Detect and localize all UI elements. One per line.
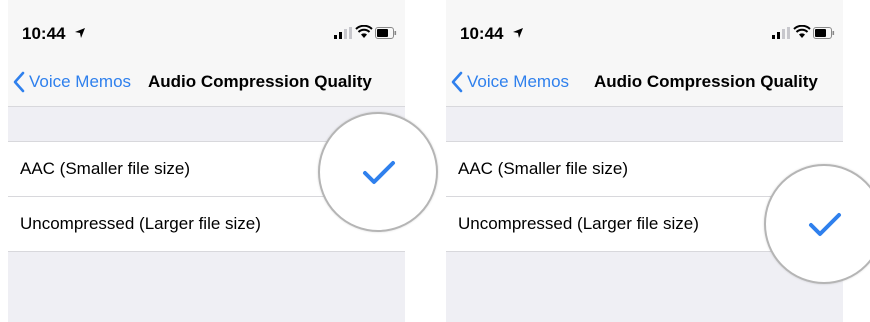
option-label: AAC (Smaller file size) [458, 159, 629, 178]
wifi-icon [355, 25, 373, 38]
status-time: 10:44 [460, 24, 504, 43]
checkmark-icon [809, 213, 841, 236]
back-label: Voice Memos [467, 72, 570, 91]
back-chevron-icon [13, 71, 25, 93]
signal-icon [772, 27, 790, 39]
battery-icon [375, 27, 397, 39]
page-title: Audio Compression Quality [594, 72, 818, 91]
option-label: AAC (Smaller file size) [20, 159, 191, 178]
signal-icon [334, 27, 352, 39]
status-time: 10:44 [22, 24, 66, 43]
checkmark-icon [363, 161, 395, 184]
navigation-bar: Voice Memos Audio Compression Quality [446, 58, 843, 107]
navigation-bar: Voice Memos Audio Compression Quality [8, 58, 405, 107]
status-bar: 10:44 [8, 0, 405, 58]
option-label: Uncompressed (Larger file size) [20, 214, 261, 233]
magnifier-callout [318, 112, 438, 232]
page-title: Audio Compression Quality [148, 72, 372, 91]
location-arrow-icon [513, 28, 523, 38]
back-chevron-icon [451, 71, 463, 93]
screen-right: 10:44 Voice Memos Audio Compression Qual… [446, 0, 843, 322]
back-button[interactable]: Voice Memos [8, 58, 131, 106]
battery-icon [813, 27, 835, 39]
wifi-icon [793, 25, 811, 38]
location-arrow-icon [75, 28, 85, 38]
back-label: Voice Memos [29, 72, 132, 91]
back-button[interactable]: Voice Memos [446, 58, 569, 106]
status-bar: 10:44 [446, 0, 843, 58]
option-label: Uncompressed (Larger file size) [458, 214, 699, 233]
